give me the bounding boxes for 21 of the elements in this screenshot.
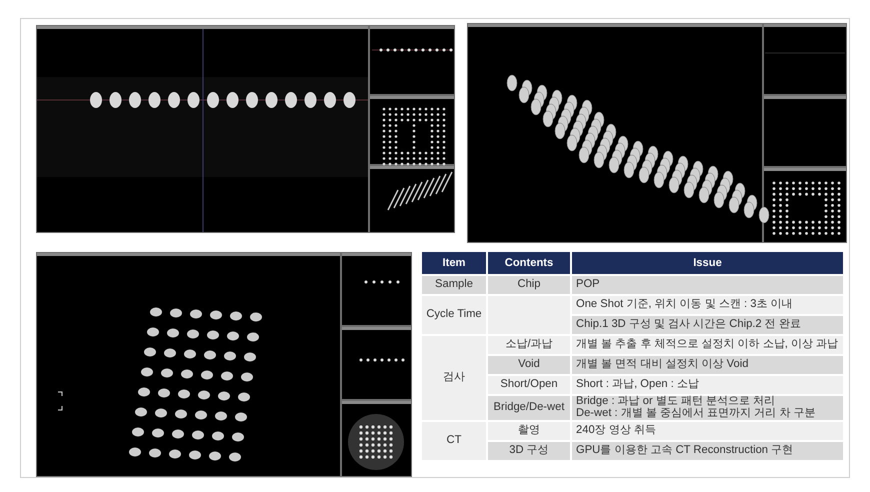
table-cell: GPU를 이용한 고속 CT Reconstruction 구현 <box>571 440 844 460</box>
column-header: Item <box>421 252 487 275</box>
table-cell: CT <box>421 420 487 460</box>
table-cell: Bridge/De-wet <box>487 395 571 420</box>
column-header: Issue <box>571 252 844 275</box>
table-cell: 검사 <box>421 335 487 420</box>
table-cell: Void <box>487 355 571 375</box>
column-header: Contents <box>487 252 571 275</box>
table-cell: POP <box>571 275 844 295</box>
table-cell: Chip.1 3D 구성 및 검사 시간은 Chip.2 전 완료 <box>571 315 844 335</box>
table-cell: 240장 영상 취득 <box>571 420 844 440</box>
table-cell: Sample <box>421 275 487 295</box>
table-cell: Chip <box>487 275 571 295</box>
table-cell: One Shot 기준, 위치 이동 및 스캔 : 3초 이내 <box>571 295 844 315</box>
table-cell: 소납/과납 <box>487 335 571 355</box>
table-cell: 개별 볼 면적 대비 설정치 이상 Void <box>571 355 844 375</box>
table-cell: Short : 과납, Open : 소납 <box>571 375 844 395</box>
table-cell: Cycle Time <box>421 295 487 335</box>
table-cell: Bridge : 과납 or 별도 패턴 분석으로 처리 De-wet : 개별 볼 중심에서 표면까지 거리 차 구분 <box>571 395 844 420</box>
table-cell: 개별 볼 추출 후 체적으로 설정치 이하 소납, 이상 과납 <box>571 335 844 355</box>
table-cell: Short/Open <box>487 375 571 395</box>
